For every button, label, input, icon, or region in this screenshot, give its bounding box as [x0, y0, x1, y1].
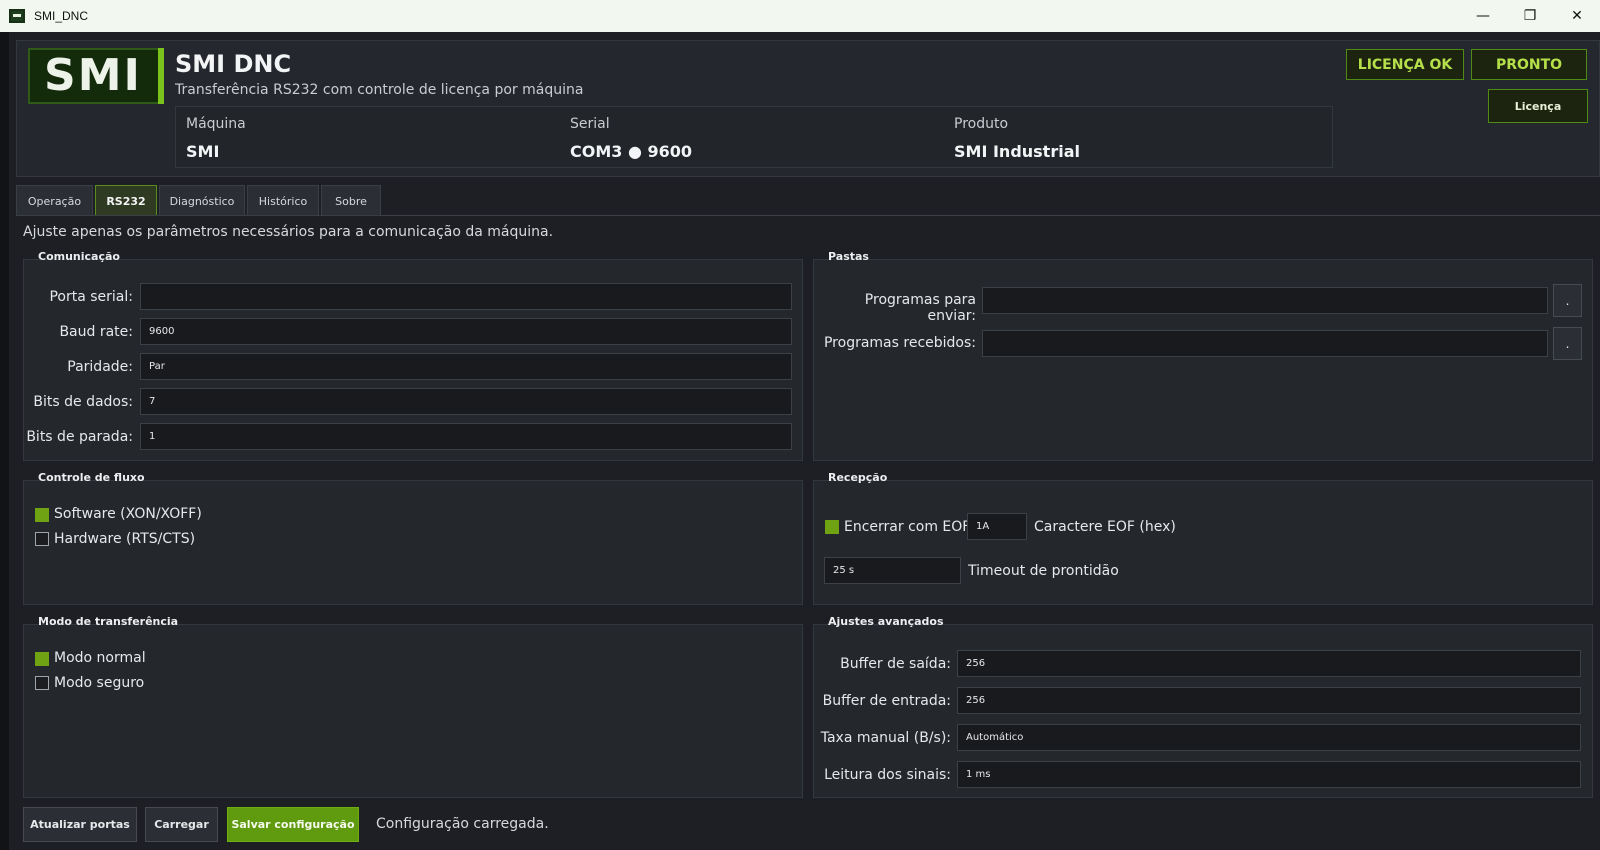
- eof-char-field[interactable]: 1A: [967, 513, 1027, 540]
- signals-read-field[interactable]: 1 ms: [957, 761, 1581, 788]
- stopbits-field[interactable]: 1: [140, 423, 792, 450]
- window-title: SMI_DNC: [34, 9, 89, 23]
- smi-logo: SMI: [28, 48, 164, 104]
- normal-mode-checkbox[interactable]: [35, 652, 49, 666]
- safe-mode-checkbox[interactable]: [35, 676, 49, 690]
- license-button[interactable]: Licença: [1488, 89, 1588, 123]
- out-buffer-label: Buffer de saída:: [840, 656, 951, 672]
- save-config-button[interactable]: Salvar configuração: [227, 807, 359, 842]
- logo-accent-bar: [158, 48, 164, 104]
- eof-label: Encerrar com EOF: [844, 519, 971, 535]
- serial-label: Serial: [570, 116, 610, 132]
- manual-rate-field[interactable]: Automático: [957, 724, 1581, 751]
- signals-read-label: Leitura dos sinais:: [824, 767, 951, 783]
- port-label: Porta serial:: [49, 289, 133, 305]
- tab-rs232[interactable]: RS232: [95, 185, 157, 216]
- out-buffer-field[interactable]: 256: [957, 650, 1581, 677]
- avancados-title: Ajustes avançados: [828, 615, 944, 628]
- tab-operacao[interactable]: Operação: [16, 185, 93, 216]
- logo-text: SMI: [44, 50, 142, 101]
- machine-value: SMI: [186, 142, 220, 161]
- software-flow-label: Software (XON/XOFF): [54, 506, 202, 522]
- product-value: SMI Industrial: [954, 142, 1080, 161]
- machine-info-box: Máquina SMI Serial COM3 ● 9600 Produto S…: [175, 106, 1333, 168]
- app-icon: [9, 9, 25, 23]
- machine-label: Máquina: [186, 116, 246, 132]
- hardware-flow-checkbox[interactable]: [35, 532, 49, 546]
- stopbits-label: Bits de parada:: [26, 429, 133, 445]
- browse-recv-button[interactable]: .: [1553, 327, 1582, 360]
- refresh-ports-button[interactable]: Atualizar portas: [23, 807, 137, 842]
- normal-mode-label: Modo normal: [54, 650, 146, 666]
- restore-button[interactable]: ❐: [1507, 0, 1553, 32]
- product-label: Produto: [954, 116, 1009, 132]
- parity-field[interactable]: Par: [140, 353, 792, 380]
- tab-sobre[interactable]: Sobre: [321, 185, 381, 216]
- send-folder-label: Programas para enviar:: [864, 292, 976, 324]
- minimize-icon: —: [1476, 8, 1490, 24]
- rs232-hint: Ajuste apenas os parâmetros necessários …: [23, 224, 554, 240]
- title-bar: SMI_DNC: [0, 0, 1600, 32]
- comunicacao-title: Comunicação: [38, 250, 120, 263]
- databits-field[interactable]: 7: [140, 388, 792, 415]
- software-flow-checkbox[interactable]: [35, 508, 49, 522]
- tab-historico[interactable]: Histórico: [247, 185, 319, 216]
- recepcao-title: Recepção: [828, 471, 888, 484]
- in-buffer-field[interactable]: 256: [957, 687, 1581, 714]
- hardware-flow-label: Hardware (RTS/CTS): [54, 531, 196, 547]
- timeout-label: Timeout de prontidão: [968, 563, 1119, 579]
- baud-label: Baud rate:: [59, 324, 133, 340]
- status-message: Configuração carregada.: [376, 816, 549, 832]
- ready-status-badge: PRONTO: [1471, 49, 1587, 80]
- manual-rate-label: Taxa manual (B/s):: [820, 730, 951, 746]
- safe-mode-label: Modo seguro: [54, 675, 145, 691]
- parity-label: Paridade:: [67, 359, 133, 375]
- port-field[interactable]: [140, 283, 792, 310]
- app-subtitle: Transferência RS232 com controle de lice…: [175, 82, 584, 98]
- pastas-title: Pastas: [828, 250, 869, 263]
- recv-folder-field[interactable]: [982, 330, 1548, 357]
- timeout-field[interactable]: 25 s: [824, 557, 961, 584]
- tab-divider: [16, 215, 1600, 216]
- tab-diagnostico[interactable]: Diagnóstico: [159, 185, 245, 216]
- app-title: SMI DNC: [175, 50, 292, 78]
- close-button[interactable]: ✕: [1554, 0, 1600, 32]
- in-buffer-label: Buffer de entrada:: [822, 693, 951, 709]
- serial-value: COM3 ● 9600: [570, 142, 693, 161]
- eof-checkbox[interactable]: [825, 520, 839, 534]
- databits-label: Bits de dados:: [33, 394, 133, 410]
- recv-folder-label: Programas recebidos:: [823, 335, 976, 351]
- browse-send-button[interactable]: .: [1553, 284, 1582, 317]
- modo-title: Modo de transferência: [38, 615, 179, 628]
- baud-field[interactable]: 9600: [140, 318, 792, 345]
- left-edge: [0, 32, 9, 850]
- send-folder-field[interactable]: [982, 287, 1548, 314]
- restore-icon: ❐: [1523, 8, 1537, 24]
- load-button[interactable]: Carregar: [145, 807, 218, 842]
- minimize-button[interactable]: —: [1460, 0, 1506, 32]
- license-status-badge: LICENÇA OK: [1346, 49, 1464, 80]
- eof-char-label: Caractere EOF (hex): [1034, 519, 1176, 535]
- fluxo-title: Controle de fluxo: [38, 471, 145, 484]
- recepcao-group: [813, 480, 1593, 605]
- close-icon: ✕: [1571, 8, 1583, 24]
